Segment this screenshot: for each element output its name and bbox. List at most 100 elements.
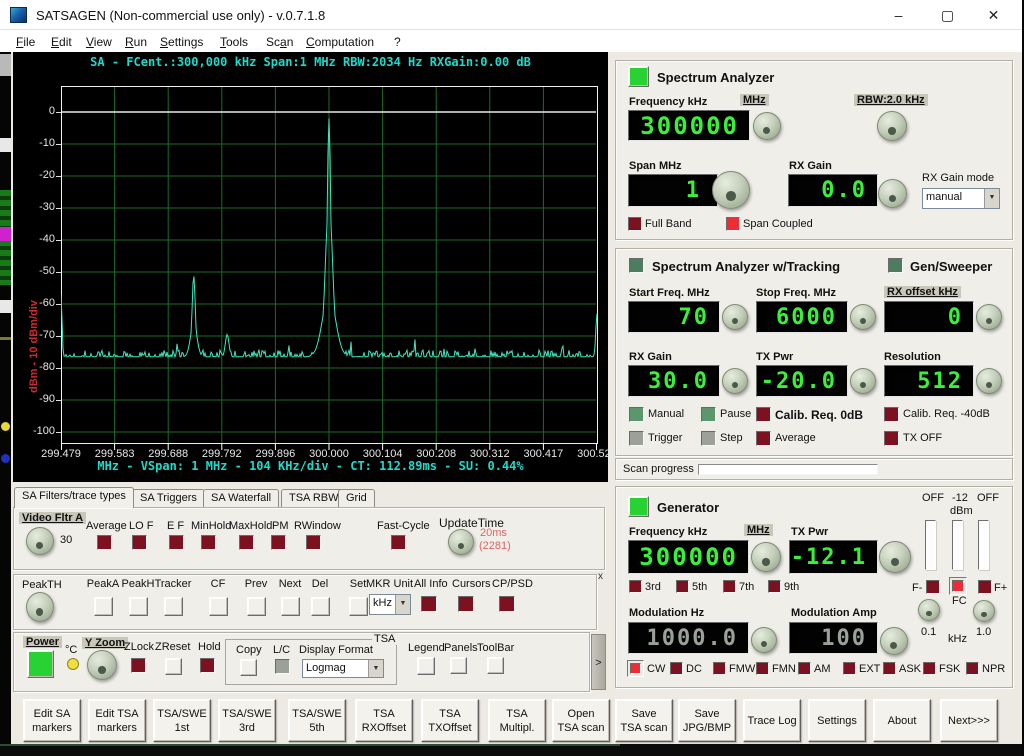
mode-ask-checkbox[interactable] [883,662,896,675]
menu-file[interactable]: File [11,33,40,51]
toolbar-button[interactable]: Next>>> [940,699,998,742]
gen-mhz-button[interactable]: MHz [744,524,773,536]
toolbar-button[interactable]: Open TSA scan [552,699,610,742]
mode-cw-box[interactable] [627,660,644,677]
zreset-button[interactable] [165,658,182,675]
yzoom-knob[interactable] [87,650,117,680]
toolbar-button[interactable]: Trace Log [743,699,801,742]
tracking-txpwr-knob[interactable] [850,368,876,394]
power-button[interactable] [27,650,54,678]
sa-frequency-display[interactable]: 300000 [628,110,750,141]
pause-checkbox[interactable] [701,407,716,422]
cursors-checkbox[interactable] [458,596,474,612]
maxhold-checkbox[interactable] [239,535,254,550]
sa-frequency-knob[interactable] [753,112,781,140]
toolbar-button[interactable]: TSA RXOffset [355,699,413,742]
display-format-select[interactable]: Logmag ▼ [302,659,384,678]
menu-tools[interactable]: Tools [215,33,253,51]
zlock-checkbox[interactable] [131,658,146,673]
minimize-button[interactable]: – [876,0,921,30]
video-filter-button[interactable]: Video Fltr A [19,512,86,524]
generator-power-led[interactable] [628,496,649,517]
chevron-down-icon[interactable]: ▼ [984,189,999,208]
menu-scan[interactable]: Scan [261,33,298,51]
toolbar-button[interactable]: Settings [808,699,866,742]
rx-offset-display[interactable]: 0 [884,301,974,333]
maximize-button[interactable]: ▢ [925,0,970,30]
tab-sa-waterfall[interactable]: SA Waterfall [203,489,279,508]
average-trace-checkbox[interactable] [97,535,112,550]
fc-checkbox-box[interactable] [949,577,967,595]
toolbar-button[interactable]: Edit SA markers [23,699,81,742]
ef-checkbox[interactable] [169,535,184,550]
manual-checkbox[interactable] [629,407,644,422]
close-button[interactable]: ✕ [971,0,1016,30]
tab-sa-triggers[interactable]: SA Triggers [132,489,205,508]
toolbar-button[interactable] [487,657,504,674]
rx-offset-knob[interactable] [976,304,1002,330]
video-filter-knob[interactable] [26,527,54,555]
toolbar-button[interactable]: TSA Multipl. [488,699,546,742]
spectrum-trace-canvas[interactable] [61,86,598,452]
sa-gain-mode-select[interactable]: manual ▼ [922,188,1000,209]
pm-checkbox[interactable] [271,535,286,550]
tab-sa-filters[interactable]: SA Filters/trace types [14,487,134,508]
sa-span-knob[interactable] [712,171,750,209]
toolbar-button[interactable]: Save JPG/BMP [678,699,736,742]
start-freq-display[interactable]: 70 [628,301,720,333]
lc-checkbox[interactable] [275,659,290,674]
fast-cycle-checkbox[interactable] [391,535,406,550]
harmonic-5th-checkbox[interactable] [676,580,689,593]
tracker-button[interactable] [164,597,183,616]
sa-span-coupled-checkbox[interactable] [726,217,740,231]
mode-ext-checkbox[interactable] [843,662,856,675]
level-slider-left[interactable] [925,520,936,570]
level-slider-center[interactable] [952,520,963,570]
tracking-power-led[interactable] [629,258,644,273]
harmonic-7th-checkbox[interactable] [723,580,736,593]
hold-checkbox[interactable] [200,658,215,673]
modulation-hz-knob[interactable] [751,627,777,653]
gen-frequency-display[interactable]: 300000 [628,540,749,574]
mode-fmw-checkbox[interactable] [713,662,726,675]
mode-am-checkbox[interactable] [798,662,811,675]
panels-button[interactable] [450,657,467,674]
minhold-checkbox[interactable] [201,535,216,550]
toolbar-button[interactable]: TSA/SWE 5th [288,699,346,742]
menu-settings[interactable]: Settings [155,33,208,51]
prev-button[interactable] [247,597,266,616]
cppsd-checkbox[interactable] [499,596,515,612]
resolution-display[interactable]: 512 [884,365,974,397]
toolbar-button[interactable]: TSA/SWE 3rd [218,699,276,742]
toolbar-button[interactable]: About [873,699,931,742]
gen-txpwr-knob[interactable] [879,541,911,573]
gen-frequency-knob[interactable] [751,542,781,572]
spectrum-plot[interactable]: SA - FCent.:300,000 kHz Span:1 MHz RBW:2… [13,52,608,482]
tracking-txpwr-display[interactable]: -20.0 [756,365,848,397]
step-big-knob[interactable] [973,600,995,622]
menu-view[interactable]: View [81,33,117,51]
sa-rbw-button[interactable]: RBW:2.0 kHz [854,94,928,106]
mode-fmn-checkbox[interactable] [756,662,769,675]
mkr-unit-select[interactable]: kHz ▼ [369,594,411,615]
all-info-checkbox[interactable] [421,596,437,612]
harmonic-9th-checkbox[interactable] [768,580,781,593]
peakth-knob[interactable] [26,592,54,622]
tab-tsa-rbw[interactable]: TSA RBW [281,489,347,508]
sa-span-display[interactable]: 1 [628,174,718,207]
toolbar-button[interactable]: TSA/SWE 1st [153,699,211,742]
calib-40db-checkbox[interactable] [884,407,899,422]
step-checkbox[interactable] [701,431,716,446]
tracking-rxgain-display[interactable]: 30.0 [628,365,720,397]
rwindow-checkbox[interactable] [306,535,321,550]
del-button[interactable] [311,597,330,616]
next-button[interactable] [281,597,300,616]
toolbar-button[interactable]: TSA TXOffset [421,699,479,742]
sa-mhz-button[interactable]: MHz [740,94,769,106]
expand-arrow[interactable]: > [591,634,606,690]
chevron-down-icon[interactable]: ▼ [368,660,383,677]
toolbar-button[interactable]: Save TSA scan [615,699,673,742]
copy-button[interactable] [240,659,257,676]
peaka-button[interactable] [94,597,113,616]
sa-full-band-checkbox[interactable] [628,217,642,231]
